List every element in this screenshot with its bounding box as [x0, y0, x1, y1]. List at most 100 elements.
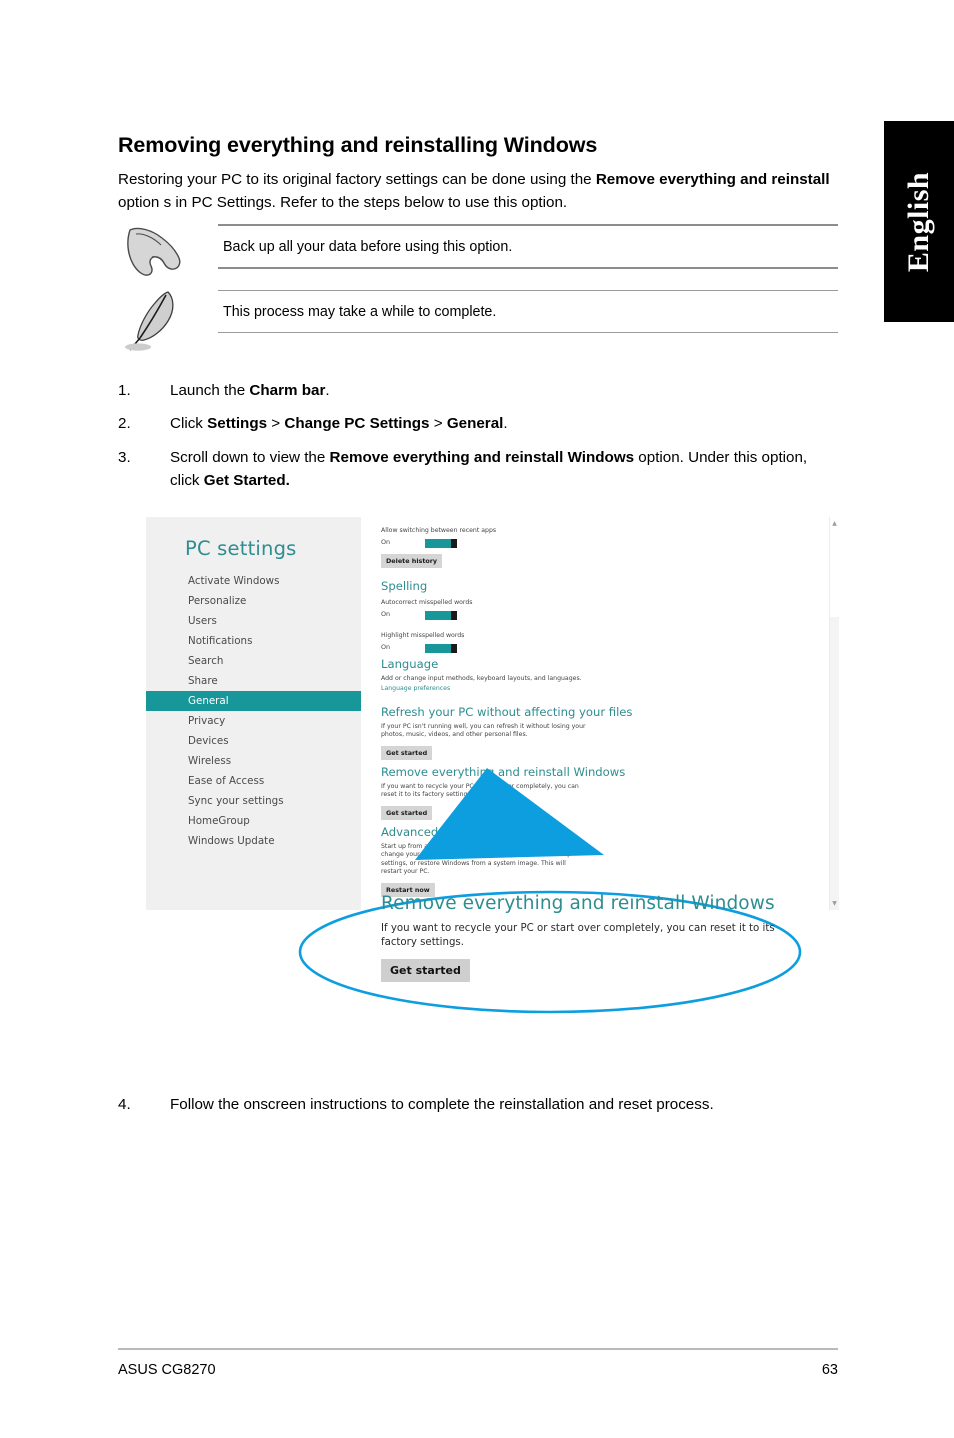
note-feather-icon: [122, 290, 190, 351]
pc-settings-title: PC settings: [185, 537, 297, 560]
step-2-text-3: >: [429, 415, 447, 432]
note-body: This process may take a while to complet…: [218, 290, 838, 333]
sidebar-item-devices[interactable]: Devices: [146, 731, 361, 751]
toggle-knob: [451, 611, 457, 620]
pc-settings-nav: Activate Windows Personalize Users Notif…: [146, 571, 361, 851]
footer-product-name: ASUS CG8270: [118, 1362, 216, 1378]
step-2-text-1: Click: [170, 415, 208, 432]
step-1-text-1: Launch the: [170, 382, 250, 399]
highlight-toggle[interactable]: [424, 643, 458, 654]
step-3: 3. Scroll down to view the Remove everyt…: [118, 446, 832, 492]
app-switching-toggle[interactable]: [424, 538, 458, 549]
app-switching-toggle-row: On: [381, 537, 496, 549]
sidebar-item-share[interactable]: Share: [146, 671, 361, 691]
autocorrect-toggle-row: On: [381, 609, 473, 621]
advanced-description: Start up from a device or disc (such as …: [381, 843, 572, 876]
intro-text-1: Restoring your PC to its original factor…: [118, 171, 596, 189]
step-1: 1. Launch the Charm bar.: [118, 379, 832, 402]
sidebar-item-general[interactable]: General: [146, 691, 361, 711]
scroll-up-arrow-icon[interactable]: ▲: [830, 519, 839, 528]
magnified-heading: Remove everything and reinstall Windows: [381, 893, 775, 914]
section-remove-everything: Remove everything and reinstall Windows …: [381, 765, 625, 820]
toggle-knob: [451, 539, 457, 548]
sidebar-item-windows-update[interactable]: Windows Update: [146, 831, 361, 851]
highlight-state: On: [381, 643, 391, 651]
delete-history-button[interactable]: Delete history: [381, 554, 443, 568]
refresh-description: If your PC isn't running well, you can r…: [381, 723, 586, 739]
sidebar-item-personalize[interactable]: Personalize: [146, 591, 361, 611]
autocorrect-label: Autocorrect misspelled words: [381, 599, 473, 606]
step-2-bold-3: General: [446, 415, 504, 432]
toggle-knob: [451, 644, 457, 653]
sidebar-item-homegroup[interactable]: HomeGroup: [146, 811, 361, 831]
step-1-number: 1.: [118, 382, 131, 399]
step-3-bold-2: Get Started.: [203, 472, 290, 489]
section-spelling: Spelling Autocorrect misspelled words On…: [381, 579, 473, 654]
footer-divider: [118, 1348, 838, 1350]
sidebar-item-sync-your-settings[interactable]: Sync your settings: [146, 791, 361, 811]
step-1-text: Launch the Charm bar.: [170, 379, 832, 402]
intro-bold-1: Remove everything and reinstall: [595, 171, 830, 189]
step-2: 2. Click Settings > Change PC Settings >…: [118, 412, 832, 435]
sidebar-item-ease-of-access[interactable]: Ease of Access: [146, 771, 361, 791]
section-advanced-startup: Advanced startup Start up from a device …: [381, 825, 586, 897]
step-2-text: Click Settings > Change PC Settings > Ge…: [170, 412, 832, 435]
sidebar-item-wireless[interactable]: Wireless: [146, 751, 361, 771]
app-switching-state: On: [381, 538, 391, 546]
autocorrect-toggle[interactable]: [424, 610, 458, 621]
page-title: Removing everything and reinstalling Win…: [118, 133, 598, 158]
remove-description: If you want to recycle your PC or start …: [381, 783, 579, 799]
step-2-text-4: .: [503, 415, 508, 432]
language-preferences-link[interactable]: Language preferences: [381, 685, 586, 692]
step-1-bold-1: Charm bar: [249, 382, 326, 399]
sidebar-item-notifications[interactable]: Notifications: [146, 631, 361, 651]
note-text: This process may take a while to complet…: [218, 291, 838, 333]
advanced-heading: Advanced startup: [381, 825, 484, 839]
sidebar-item-activate-windows[interactable]: Activate Windows: [146, 571, 361, 591]
refresh-heading: Refresh your PC without affecting your f…: [381, 705, 633, 719]
step-4: 4. Follow the onscreen instructions to c…: [118, 1093, 832, 1116]
step-2-bold-2: Change PC Settings: [284, 415, 430, 432]
step-3-number: 3.: [118, 449, 131, 466]
refresh-get-started-button[interactable]: Get started: [381, 745, 433, 760]
step-4-number: 4.: [118, 1096, 131, 1113]
highlight-label: Highlight misspelled words: [381, 632, 465, 639]
app-switching-label: Allow switching between recent apps: [381, 527, 497, 534]
magnified-description: If you want to recycle your PC or start …: [381, 923, 775, 948]
remove-heading: Remove everything and reinstall Windows: [381, 765, 626, 779]
section-app-switching: Allow switching between recent apps On D…: [381, 521, 496, 568]
important-note-body: Back up all your data before using this …: [218, 224, 838, 269]
language-description: Add or change input methods, keyboard la…: [381, 675, 582, 682]
language-tab: English: [884, 121, 954, 322]
content-scrollbar[interactable]: ▲ ▼: [829, 517, 839, 910]
sidebar-item-privacy[interactable]: Privacy: [146, 711, 361, 731]
remove-get-started-button[interactable]: Get started: [381, 805, 433, 820]
section-refresh-pc: Refresh your PC without affecting your f…: [381, 705, 632, 760]
step-2-bold-1: Settings: [207, 415, 268, 432]
intro-text-2: option s in PC Settings. Refer to the st…: [118, 194, 568, 212]
magnified-get-started-button[interactable]: Get started: [381, 959, 470, 982]
scroll-down-arrow-icon[interactable]: ▼: [830, 899, 839, 908]
section-language: Language Add or change input methods, ke…: [381, 657, 586, 692]
scrollbar-thumb[interactable]: [830, 517, 839, 617]
language-tab-label: English: [902, 171, 935, 272]
step-3-text: Scroll down to view the Remove everythin…: [170, 446, 832, 492]
footer-page-number: 63: [821, 1362, 838, 1378]
spelling-heading: Spelling: [381, 579, 428, 593]
sidebar-item-search[interactable]: Search: [146, 651, 361, 671]
step-2-text-2: >: [267, 415, 285, 432]
important-hand-icon: [122, 224, 190, 284]
highlight-toggle-row: On: [381, 642, 473, 654]
pc-settings-content: Allow switching between recent apps On D…: [361, 517, 839, 910]
magnified-remove-everything-panel: Remove everything and reinstall Windows …: [381, 893, 801, 999]
step-1-text-2: .: [325, 382, 330, 399]
step-4-text: Follow the onscreen instructions to comp…: [170, 1096, 714, 1113]
important-note-text: Back up all your data before using this …: [218, 226, 838, 269]
pc-settings-sidebar: PC settings Activate Windows Personalize…: [146, 517, 361, 910]
step-3-text-1: Scroll down to view the: [170, 449, 330, 466]
step-3-bold-1: Remove everything and reinstall Windows: [329, 449, 635, 466]
sidebar-item-users[interactable]: Users: [146, 611, 361, 631]
step-2-number: 2.: [118, 415, 131, 432]
autocorrect-state: On: [381, 610, 391, 618]
intro-paragraph: Restoring your PC to its original factor…: [118, 168, 832, 214]
